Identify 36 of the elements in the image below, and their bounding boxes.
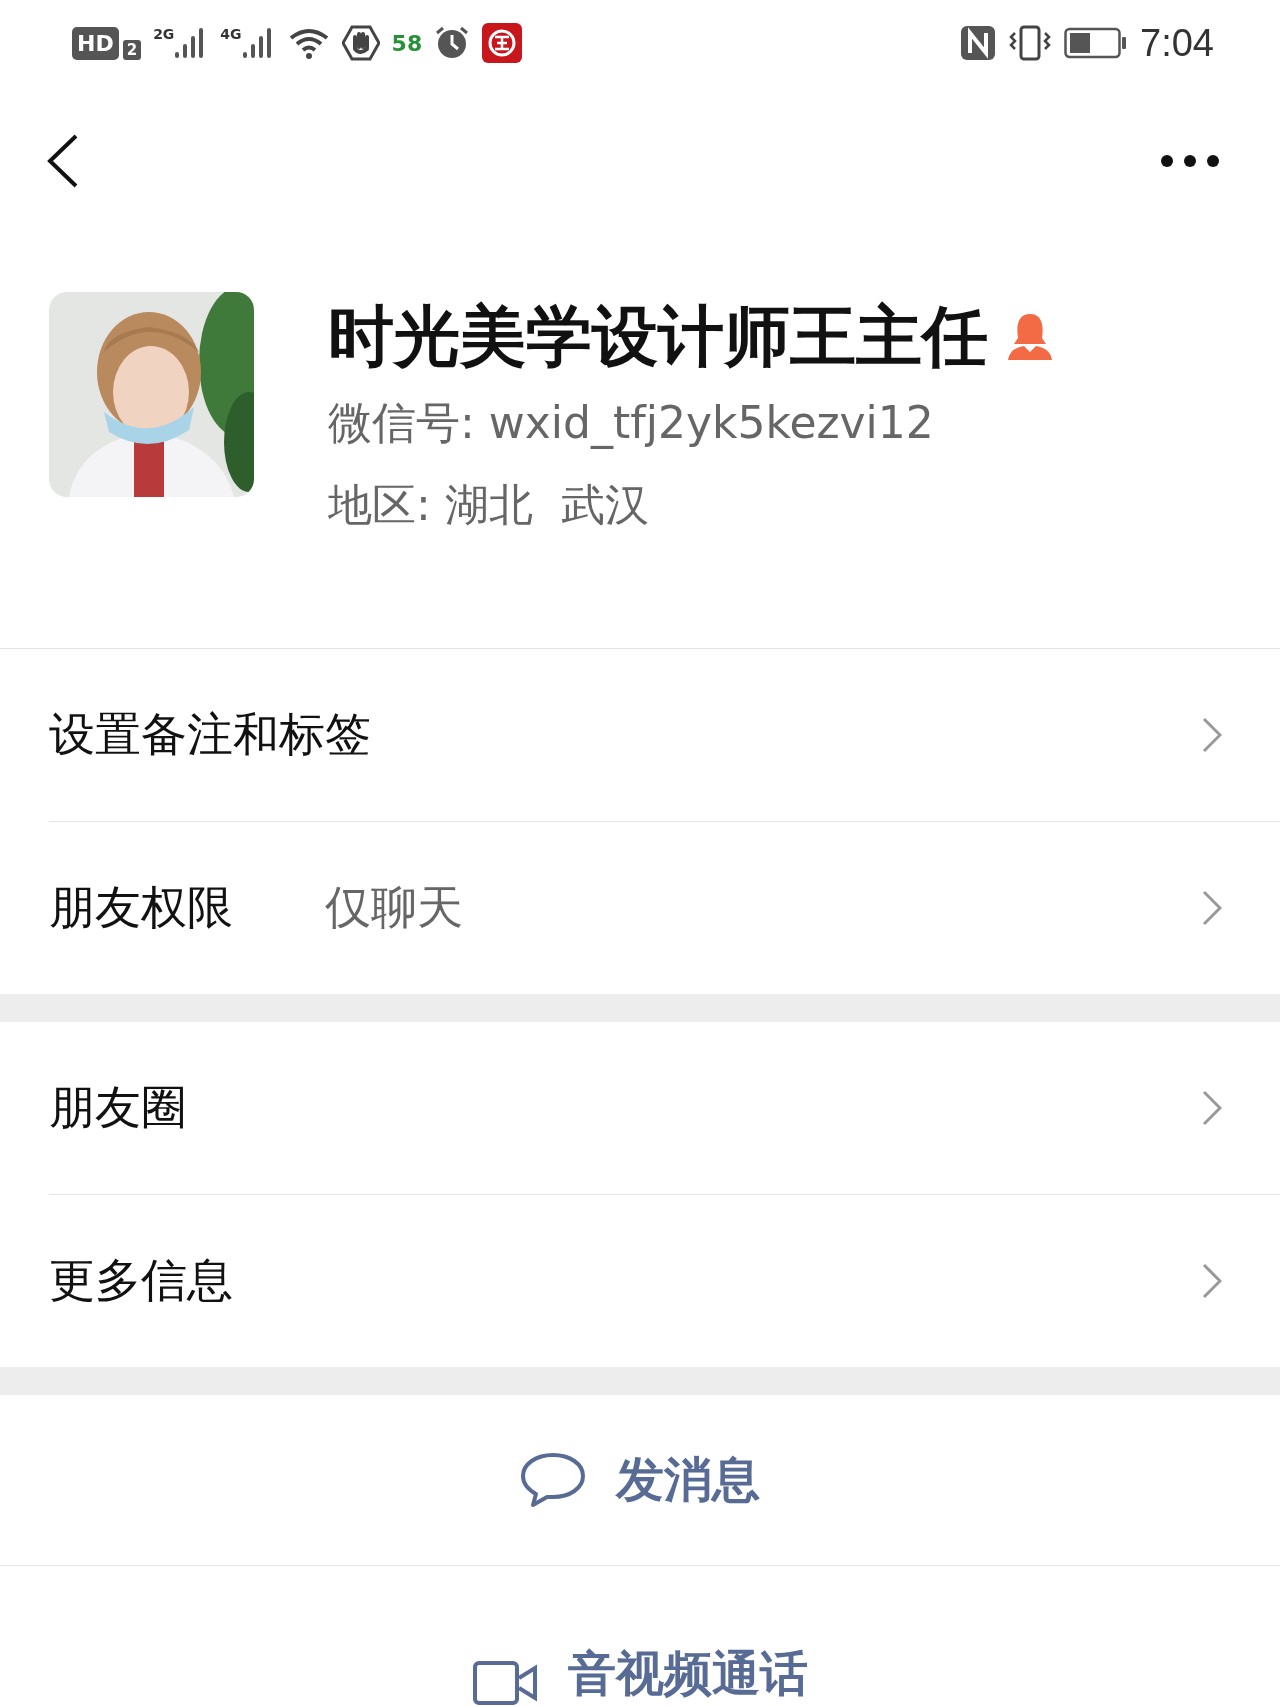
network-label: 4G <box>220 26 242 42</box>
more-icon[interactable] <box>1160 154 1220 168</box>
alarm-icon <box>434 25 471 61</box>
app-logo-label: 58 <box>391 30 423 56</box>
person-icon <box>1006 312 1054 362</box>
contact-name: 时光美学设计师王主任 <box>328 297 988 377</box>
profile-detail: 地区: 湖北 武汉 <box>328 478 650 532</box>
vibrate-icon <box>1008 25 1053 61</box>
hd-indicator: HD <box>72 26 119 60</box>
wifi-icon <box>287 26 330 60</box>
battery-icon <box>1064 27 1129 59</box>
nfc-icon <box>960 25 997 61</box>
network-label: 2G <box>153 26 175 42</box>
chat-bubble-icon <box>520 1452 586 1508</box>
settings-row[interactable]: 更多信息 <box>49 1194 1280 1367</box>
settings-row[interactable]: 朋友圈 <box>49 1022 1280 1194</box>
action-button[interactable]: 音视频通话 <box>0 1565 1280 1706</box>
row-label: 更多信息 <box>49 1252 234 1309</box>
chevron-icon <box>1202 1263 1222 1299</box>
hand-icon <box>341 25 380 61</box>
row-label: 朋友权限 <box>49 879 234 936</box>
chevron-icon <box>1202 890 1222 926</box>
back-icon[interactable] <box>46 133 80 189</box>
settings-row[interactable]: 朋友权限 仅聊天 <box>49 821 1280 994</box>
row-value: 仅聊天 <box>325 879 463 936</box>
settings-row[interactable]: 设置备注和标签 <box>49 649 1280 821</box>
row-label: 设置备注和标签 <box>49 706 371 763</box>
row-label: 朋友圈 <box>49 1079 188 1136</box>
action-button[interactable]: 发消息 <box>0 1395 1280 1565</box>
profile-detail: 微信号: wxid_tfj2yk5kezvi12 <box>328 396 935 451</box>
chevron-icon <box>1202 717 1222 753</box>
video-camera-icon <box>472 1660 538 1706</box>
chevron-icon <box>1202 1090 1222 1126</box>
sim-indicator: 2 <box>122 40 142 60</box>
bank-icon <box>482 23 523 63</box>
clock-time: 7:04 <box>1140 21 1214 65</box>
